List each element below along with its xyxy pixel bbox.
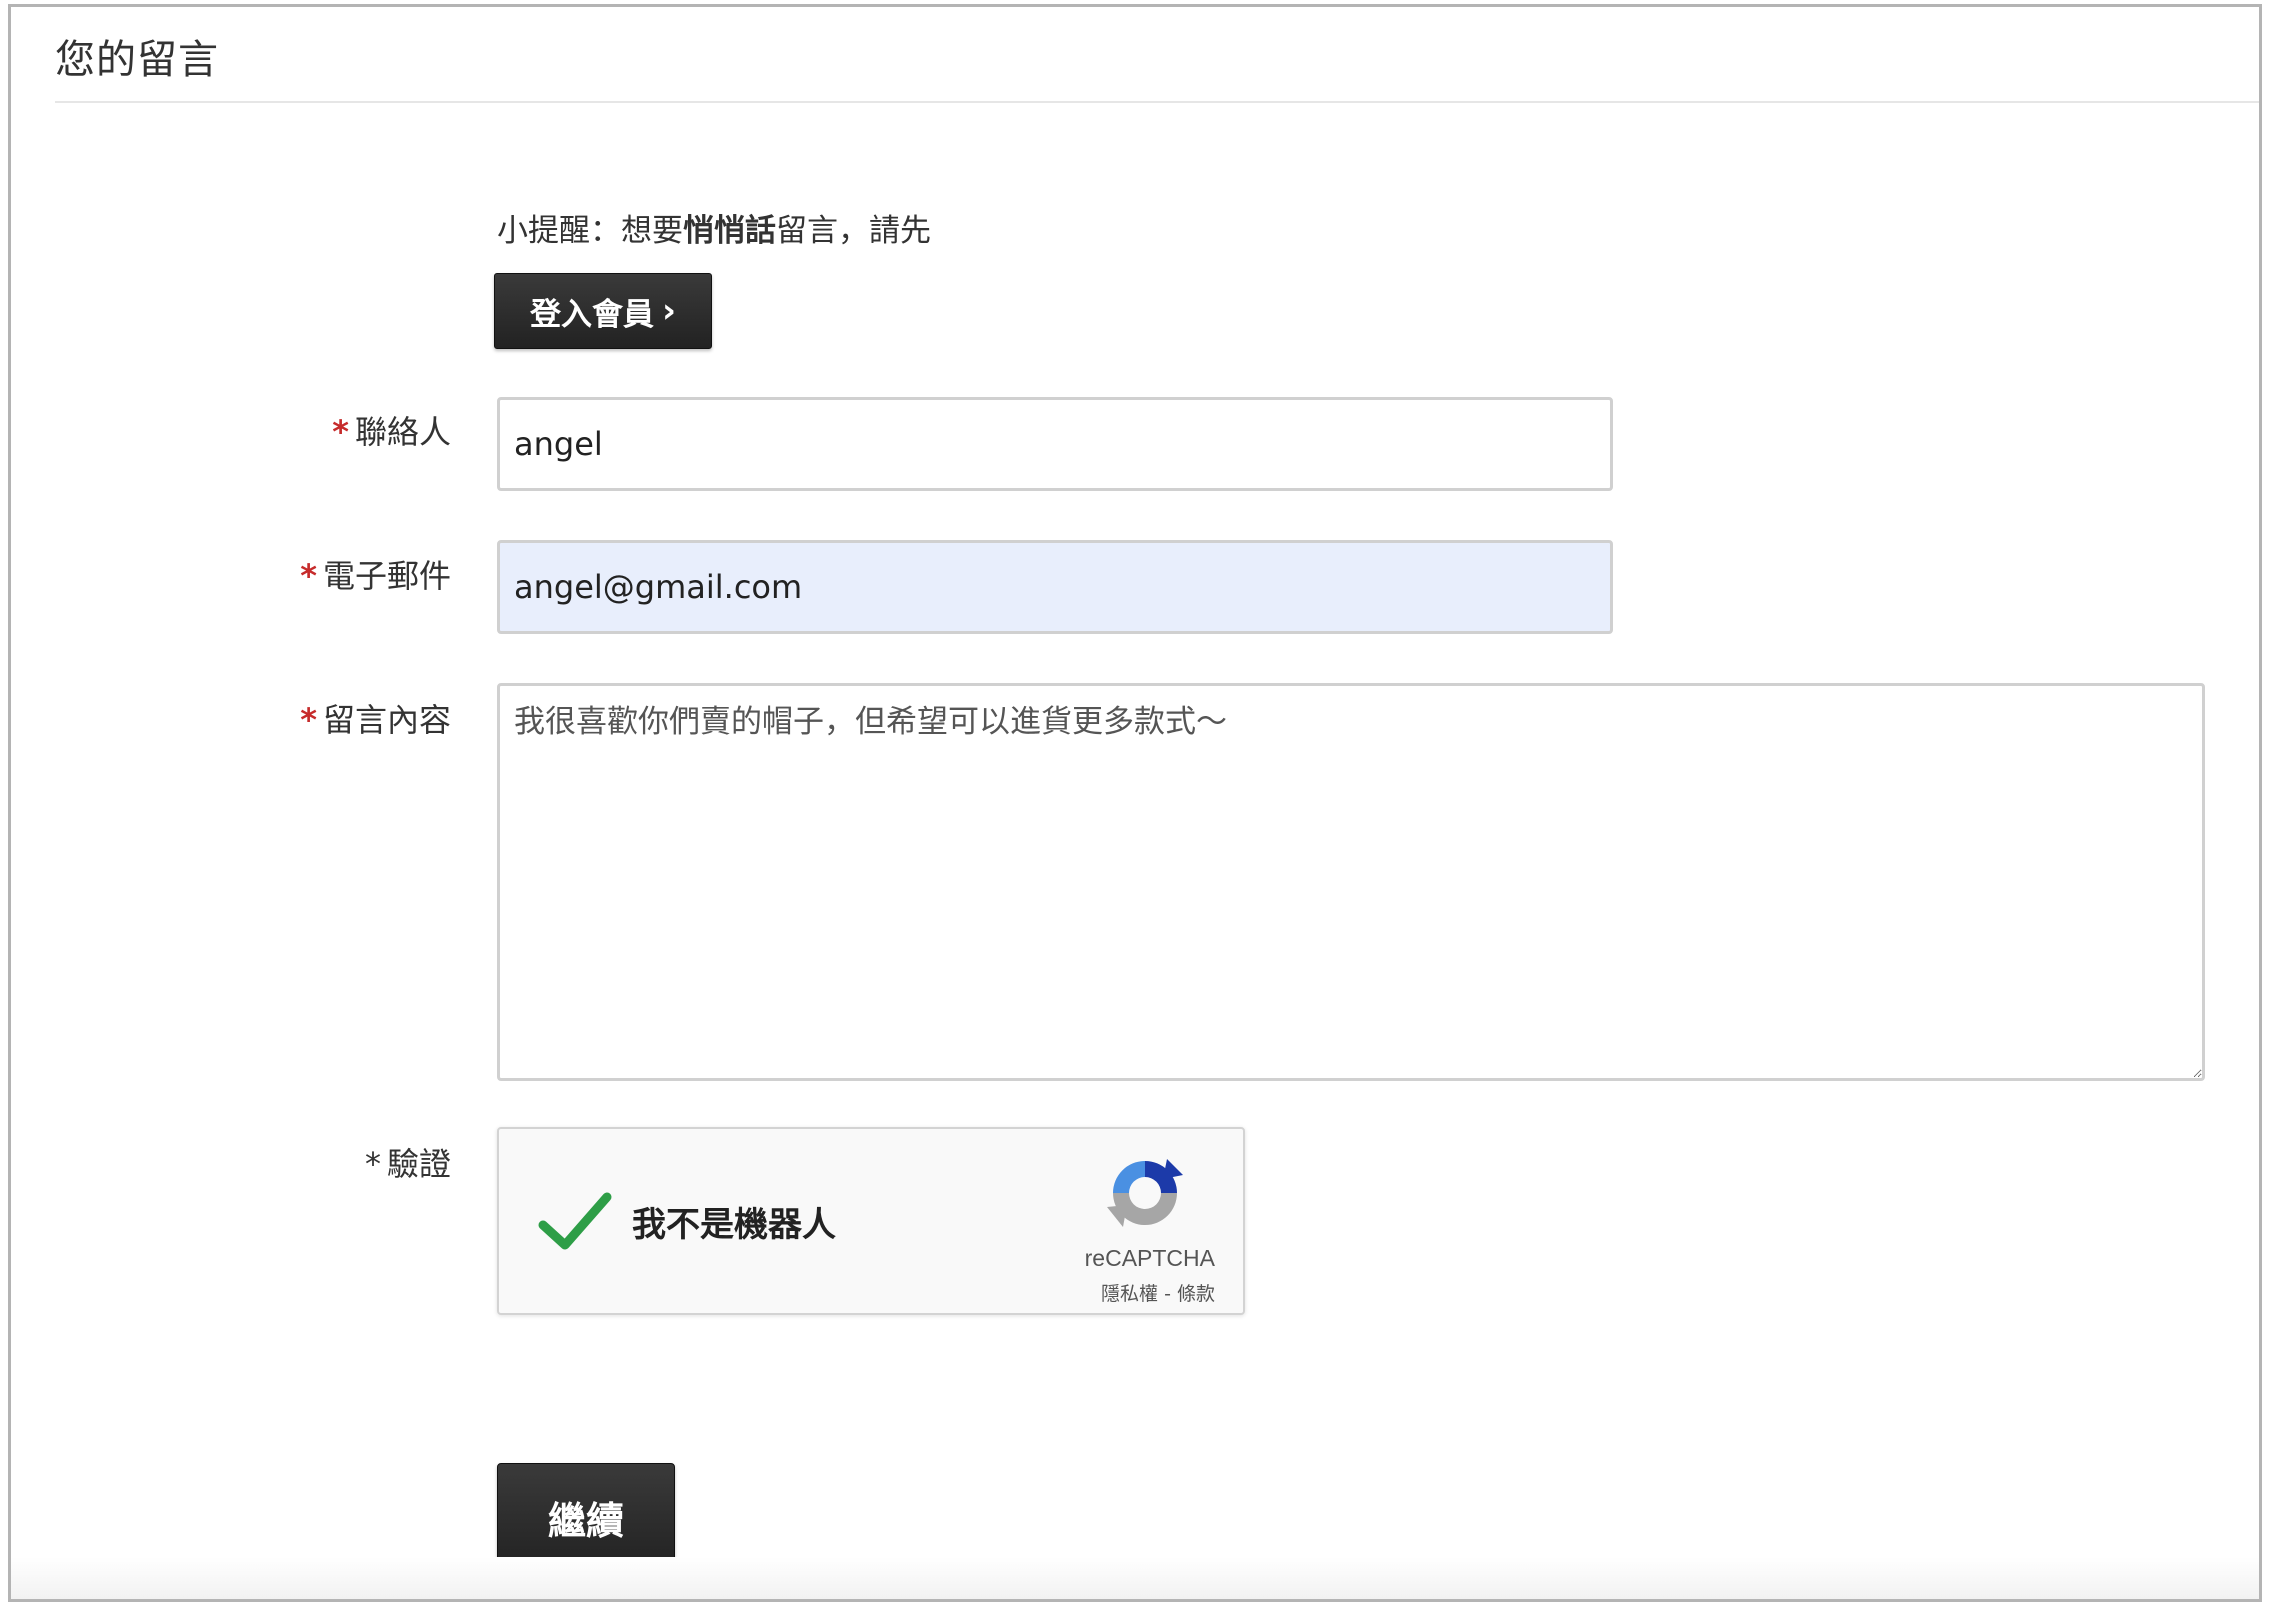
- required-mark: *: [332, 413, 349, 451]
- message-form-panel: 您的留言 小提醒：想要悄悄話留言，請先 登入會員 › *聯絡人 *電子郵件 *留…: [8, 4, 2262, 1602]
- chevron-right-icon: ›: [661, 291, 676, 331]
- email-input[interactable]: [497, 540, 1613, 634]
- hint-suffix: 留言，請先: [776, 213, 931, 249]
- hint-prefix: 小提醒：想要: [497, 213, 683, 249]
- hint-emphasis: 悄悄話: [683, 213, 776, 249]
- recaptcha-widget: 我不是機器人 reCAPTCHA 隱私權 - 條款: [497, 1127, 1245, 1315]
- verify-label: * 驗證: [11, 1139, 451, 1185]
- privacy-link[interactable]: 隱私權: [1101, 1283, 1158, 1305]
- section-title: 您的留言: [55, 37, 219, 83]
- login-member-button[interactable]: 登入會員 ›: [494, 273, 712, 349]
- link-separator: -: [1158, 1283, 1177, 1305]
- email-label: * 電子郵件: [11, 551, 451, 597]
- recaptcha-brand: reCAPTCHA: [1084, 1245, 1215, 1271]
- verify-label-text: 驗證: [386, 1145, 451, 1183]
- required-mark: *: [300, 557, 317, 595]
- page-bottom-band: [11, 1557, 2259, 1599]
- login-button-label: 登入會員: [529, 296, 654, 333]
- contact-label: * 聯絡人: [11, 407, 451, 453]
- message-label-text: 留言內容: [322, 701, 451, 739]
- continue-button[interactable]: 繼續: [497, 1463, 675, 1571]
- checkmark-icon[interactable]: [535, 1181, 615, 1261]
- required-mark: *: [364, 1145, 381, 1183]
- required-mark: *: [300, 701, 317, 739]
- message-label: * 留言內容: [11, 695, 451, 741]
- login-hint: 小提醒：想要悄悄話留言，請先: [497, 205, 931, 250]
- recaptcha-logo-icon: [1107, 1159, 1183, 1227]
- recaptcha-checkbox-label: 我不是機器人: [632, 1205, 836, 1245]
- recaptcha-links: 隱私權 - 條款: [1101, 1279, 1215, 1306]
- contact-label-text: 聯絡人: [354, 413, 451, 451]
- email-label-text: 電子郵件: [322, 557, 451, 595]
- terms-link[interactable]: 條款: [1177, 1283, 1215, 1305]
- message-textarea[interactable]: 我很喜歡你們賣的帽子，但希望可以進貨更多款式～: [497, 683, 2205, 1081]
- contact-input[interactable]: [497, 397, 1613, 491]
- title-divider: [55, 101, 2259, 103]
